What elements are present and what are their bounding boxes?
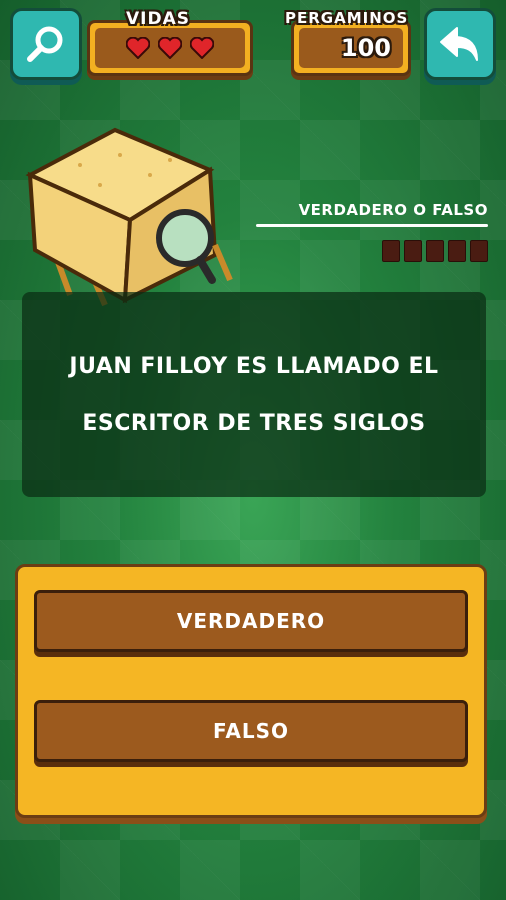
magnifier-icon (27, 26, 63, 62)
back-arrow-icon (440, 27, 478, 61)
scrolls-label: PERGAMINOS (285, 9, 409, 27)
progress-segment (470, 240, 488, 262)
mascot-bread-icon (25, 127, 233, 307)
true-button[interactable]: VERDADERO (34, 590, 468, 652)
heart-icon (126, 37, 150, 59)
search-button[interactable] (10, 8, 82, 80)
question-text: JUAN FILLOY ES LLAMADO EL ESCRITOR DE TR… (69, 353, 439, 436)
mode-underline (256, 224, 488, 227)
mode-label: VERDADERO O FALSO (298, 201, 488, 219)
progress-bar (382, 240, 488, 262)
progress-segment (448, 240, 466, 262)
lives-label: VIDAS (126, 9, 190, 29)
heart-icon (190, 37, 214, 59)
back-button[interactable] (424, 8, 496, 80)
progress-segment (404, 240, 422, 262)
question-box: JUAN FILLOY ES LLAMADO EL ESCRITOR DE TR… (22, 292, 486, 497)
false-button[interactable]: FALSO (34, 700, 468, 762)
progress-segment (426, 240, 444, 262)
scrolls-value: 100 (340, 34, 391, 62)
progress-segment (382, 240, 400, 262)
scrolls-panel: 100 (291, 20, 411, 76)
answers-panel: VERDADERO FALSO (15, 564, 487, 818)
hearts-container (95, 28, 245, 68)
heart-icon (158, 37, 182, 59)
